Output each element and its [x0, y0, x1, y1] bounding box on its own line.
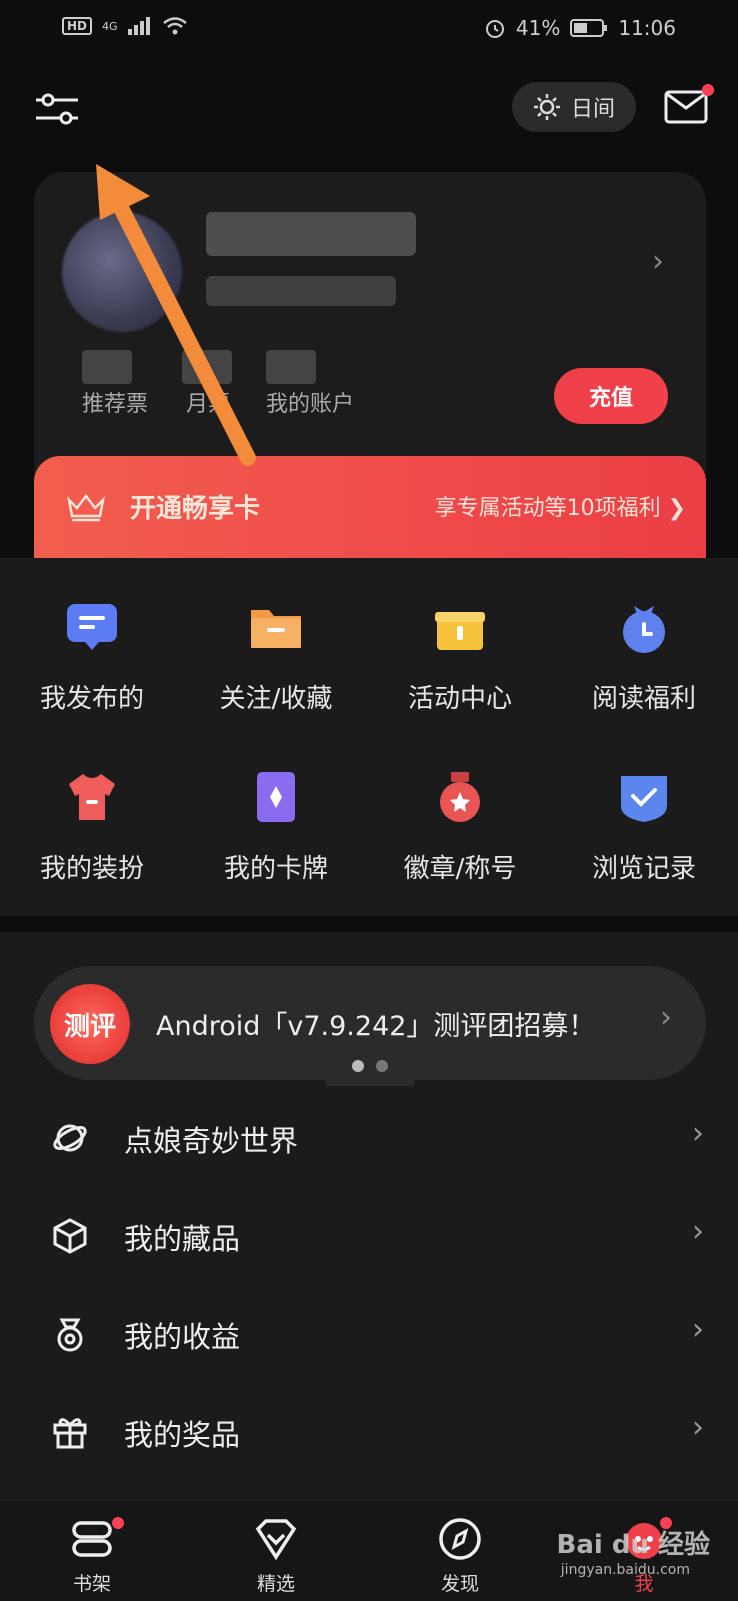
- day-mode-toggle[interactable]: 日间: [512, 82, 636, 132]
- chevron-right-icon: ›: [692, 1410, 704, 1445]
- crown-icon: [67, 493, 105, 522]
- clock-time: 11:06: [618, 16, 676, 40]
- settings-sliders-icon[interactable]: [34, 86, 80, 132]
- folder-icon: [251, 610, 301, 648]
- day-mode-label: 日间: [570, 97, 615, 122]
- banner-pagination: [326, 1046, 414, 1086]
- stat-value-redacted: [82, 350, 132, 384]
- status-bar: HD 4G 41% 11:06: [0, 0, 738, 58]
- grid-item-my-posts[interactable]: 我发布的: [12, 600, 172, 715]
- medal-icon: [440, 772, 480, 822]
- bookshelf-icon: [72, 1521, 112, 1557]
- battery-percent: 41%: [515, 16, 561, 40]
- stat-value-redacted: [266, 350, 316, 384]
- page-dot[interactable]: [376, 1060, 388, 1072]
- shield-check-icon: [621, 776, 667, 822]
- mail-notification-dot: [702, 84, 714, 96]
- grid-item-my-outfit[interactable]: 我的装扮: [12, 770, 172, 885]
- hd-icon: HD: [62, 17, 93, 35]
- vip-title: 开通畅享卡: [130, 494, 261, 524]
- watermark-url: jingyan.baidu.com: [560, 1562, 690, 1578]
- stat-my-account[interactable]: 我的账户: [266, 386, 354, 418]
- gift-icon: [435, 612, 485, 650]
- chevron-right-icon: ›: [660, 1000, 672, 1035]
- battery-icon: [570, 19, 608, 37]
- stat-monthly-votes[interactable]: 月票: [186, 386, 230, 418]
- review-badge-icon: 测评: [50, 984, 130, 1064]
- chevron-right-icon: ›: [692, 1116, 704, 1151]
- grid-item-badges-titles[interactable]: 徽章/称号: [380, 770, 540, 885]
- stat-recommend-votes[interactable]: 推荐票: [82, 386, 148, 418]
- grid-item-reading-benefits[interactable]: 阅读福利: [564, 600, 724, 715]
- profile-chevron-icon[interactable]: ›: [652, 244, 664, 279]
- moneybag-icon: [57, 1318, 83, 1352]
- signal-icon: [127, 17, 150, 35]
- clock-bag-icon: [623, 606, 665, 653]
- notification-dot: [112, 1517, 124, 1529]
- grid-item-my-cards[interactable]: 我的卡牌: [196, 770, 356, 885]
- function-grid: 我发布的 关注/收藏 活动中心 阅读福利 我的装扮 我的卡牌 徽章/称号 浏览记…: [0, 558, 738, 916]
- list-item-my-prizes[interactable]: 我的奖品 ›: [0, 1384, 738, 1482]
- list-item-my-collection[interactable]: 我的藏品 ›: [0, 1188, 738, 1286]
- page-dot-active[interactable]: [352, 1060, 364, 1072]
- list-item-my-earnings[interactable]: 我的收益 ›: [0, 1286, 738, 1384]
- message-icon: [67, 604, 117, 650]
- alarm-icon: [485, 20, 504, 38]
- avatar[interactable]: [62, 212, 182, 332]
- grid-item-activity-center[interactable]: 活动中心: [380, 600, 540, 715]
- mail-icon: [664, 90, 708, 124]
- username-redacted: [206, 212, 416, 256]
- recharge-button[interactable]: 充值: [554, 368, 668, 424]
- diamond-icon: [255, 1519, 297, 1561]
- giftbox-icon: [53, 1418, 87, 1449]
- nav-featured[interactable]: 精选: [226, 1517, 326, 1596]
- orbit-icon: [53, 1124, 87, 1152]
- mail-button[interactable]: [664, 84, 714, 124]
- wifi-icon: [162, 17, 187, 35]
- nav-bookshelf[interactable]: 书架: [42, 1517, 142, 1596]
- grid-item-browse-history[interactable]: 浏览记录: [564, 770, 724, 885]
- chevron-right-icon: ›: [692, 1312, 704, 1347]
- cube-icon: [53, 1218, 87, 1254]
- chevron-right-icon: ›: [692, 1214, 704, 1249]
- list-item-dianniang-world[interactable]: 点娘奇妙世界 ›: [0, 1090, 738, 1188]
- nav-discover[interactable]: 发现: [410, 1517, 510, 1596]
- sun-icon: [533, 94, 560, 120]
- banner-text: Android「v7.9.242」测评团招募！: [156, 1011, 596, 1042]
- baidu-watermark: Bai du 经验: [556, 1530, 711, 1560]
- network-label: 4G: [102, 19, 118, 33]
- card-icon: [257, 772, 295, 822]
- profile-card[interactable]: › 推荐票 月票 我的账户 充值 开通畅享卡 享专属活动等10项福利 ❯: [34, 172, 706, 592]
- vip-description: 享专属活动等10项福利 ❯: [434, 496, 686, 521]
- compass-icon: [439, 1518, 481, 1560]
- stat-value-redacted: [182, 350, 232, 384]
- grid-item-follow-favorites[interactable]: 关注/收藏: [196, 600, 356, 715]
- shirt-icon: [69, 774, 115, 820]
- user-info-redacted: [206, 276, 396, 306]
